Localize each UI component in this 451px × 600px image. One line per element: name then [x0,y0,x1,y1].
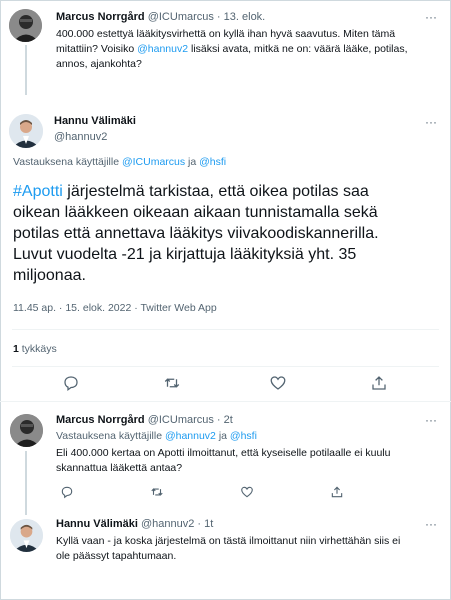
tweet-text-line: 400.000 estettyä lääkitysvirhettä on kyl… [56,28,396,40]
author-handle[interactable]: @ICUmarcus [148,414,214,426]
tweet-text-line: miljoonaa. [13,267,86,284]
main-author-name[interactable]: Hannu Välimäki [54,115,136,127]
thread-line [25,45,27,95]
timeline-frame [0,0,451,600]
divider [0,401,451,402]
tweet-date[interactable]: 2t [224,414,233,426]
tweet-date[interactable]: 13. elok. [224,11,266,23]
mention-link[interactable]: @hannuv2 [165,430,216,442]
retweet-icon[interactable] [150,485,164,499]
reply1-text: Eli 400.000 kertaa on Apotti ilmoittanut… [56,446,444,476]
likes-label: tykkäys [18,343,57,355]
avatar-hannu-photo [9,114,43,148]
main-tweet-text: #Apotti järjestelmä tarkistaa, että oike… [13,181,443,286]
mention-link[interactable]: @hsfi [230,430,257,442]
tweet-text-line: Kyllä vaan - ja koska järjestelmä on täs… [56,535,401,547]
avatar-hannu-photo [10,519,43,552]
mention-link[interactable]: @ICUmarcus [122,156,185,168]
like-icon[interactable] [240,485,254,499]
like-icon[interactable] [269,374,287,392]
reply-context: Vastauksena käyttäjille @ICUmarcus ja @h… [13,156,227,168]
mention-link[interactable]: @hsfi [199,156,226,168]
author-name[interactable]: Marcus Norrgård [56,414,145,426]
tweet-text-line: Eli 400.000 kertaa on Apotti ilmoittanut… [56,447,391,459]
mention-link[interactable]: @hannuv2 [137,43,188,55]
hashtag-link[interactable]: #Apotti [13,183,63,200]
more-options-icon[interactable]: ··· [424,11,438,26]
avatar-marcus-photo [10,414,43,447]
author-name[interactable]: Hannu Välimäki [56,518,138,530]
avatar-marcus[interactable] [9,9,42,42]
tweet-text-line: #Apotti järjestelmä tarkistaa, että oike… [13,183,369,200]
thread-line [25,451,27,515]
likes-stat[interactable]: 1 tykkäys [13,343,57,355]
avatar-hannu[interactable] [10,519,43,552]
tweet1-author-line: Marcus Norrgård @ICUmarcus · 13. elok. [56,11,266,23]
share-icon[interactable] [330,485,344,499]
tweet-text-line: ole päässyt tapahtumaan. [56,550,177,562]
avatar-marcus-photo [9,9,42,42]
tweet-text-line: oikean lääkkeen oikeaan aikaan tunnistam… [13,204,378,221]
share-icon[interactable] [370,374,388,392]
divider [12,329,439,330]
reply-context: Vastauksena käyttäjille @hannuv2 ja @hsf… [56,430,257,442]
reply-icon[interactable] [60,485,74,499]
more-options-icon[interactable]: ··· [424,518,438,533]
author-name[interactable]: Marcus Norrgård [56,11,145,23]
tweet-text-line: potilas että annettava lääkitys viivakoo… [13,225,379,242]
avatar-marcus[interactable] [10,414,43,447]
more-options-icon[interactable]: ··· [424,414,438,429]
divider [12,366,439,367]
reply2-text: Kyllä vaan - ja koska järjestelmä on täs… [56,534,444,564]
tweet-text-line: mitattiin? Voisiko @hannuv2 lisäksi avat… [56,43,408,55]
more-options-icon[interactable]: ··· [424,116,438,131]
reply1-author-line: Marcus Norrgård @ICUmarcus · 2t [56,414,233,426]
tweet-text-line: Luvut vuodelta -21 ja kirjattuja lääkity… [13,246,357,263]
retweet-icon[interactable] [163,374,181,392]
tweet1-text: 400.000 estettyä lääkitysvirhettä on kyl… [56,27,441,72]
main-author-handle[interactable]: @hannuv2 [54,131,107,143]
tweet-text-line: annos, ajankohta? [56,58,142,70]
avatar-hannu[interactable] [9,114,43,148]
reply-icon[interactable] [62,374,80,392]
tweet-text-line: skannattua lääkettä antaa? [56,462,183,474]
tweet-timestamp[interactable]: 11.45 ap. · 15. elok. 2022 · Twitter Web… [13,302,217,314]
reply2-author-line: Hannu Välimäki @hannuv2 · 1t [56,518,214,530]
author-handle[interactable]: @ICUmarcus [148,11,214,23]
tweet-date[interactable]: 1t [204,518,213,530]
author-handle[interactable]: @hannuv2 [141,518,194,530]
